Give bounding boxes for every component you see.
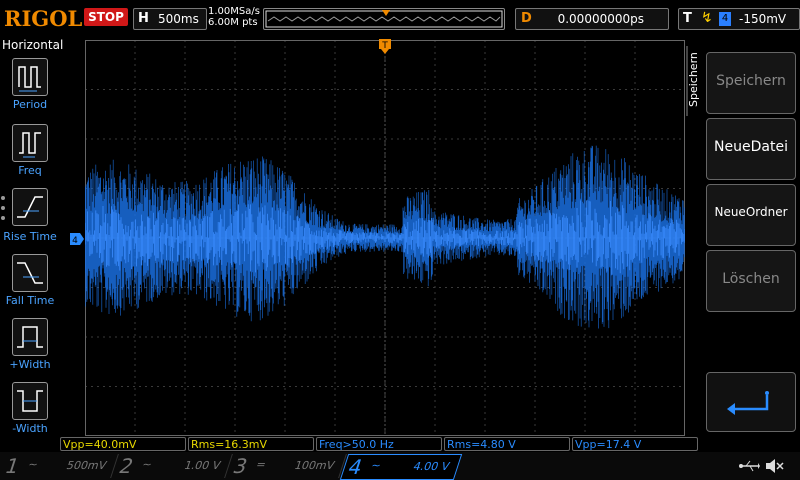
- neg-width-label: -Width: [12, 422, 48, 435]
- timebase-value: 500ms: [158, 12, 199, 26]
- rise-time-label: Rise Time: [3, 230, 57, 243]
- trigger-label: T: [683, 11, 692, 26]
- channel-4-tab[interactable]: 4 ~ 4.00 V: [339, 454, 463, 480]
- run-stop-indicator[interactable]: STOP: [84, 8, 128, 26]
- svg-text:4: 4: [72, 236, 78, 245]
- fall-time-label: Fall Time: [5, 294, 55, 307]
- channel-scale: 100mV: [292, 459, 337, 472]
- trigger-position-marker-icon: T: [379, 39, 391, 54]
- memory-overview-graphic: [265, 10, 503, 28]
- acquisition-info: 1.00MSa/s 6.00M pts: [208, 6, 260, 28]
- speaker-muted-icon[interactable]: [764, 457, 784, 475]
- coupling-icon: ~: [140, 458, 154, 471]
- pos-width-label: +Width: [9, 358, 51, 371]
- trigger-source: 4: [719, 12, 731, 26]
- channel-scale: 1.00 V: [182, 459, 223, 472]
- delay-value: 0.00000000ps: [557, 12, 644, 26]
- horizontal-label: H: [138, 11, 149, 26]
- channel4-ground-marker-icon: 4: [70, 233, 84, 245]
- channel-bar: 1 ~ 500mV 2 ~ 1.00 V 3 = 100mV 4 ~ 4.00 …: [0, 452, 800, 480]
- channel-scale: 500mV: [64, 459, 109, 472]
- timebase-box[interactable]: H 500ms: [133, 8, 207, 30]
- sample-rate: 1.00MSa/s: [208, 6, 260, 17]
- measurement-rms-ch1[interactable]: Rms=16.3mV: [188, 437, 314, 451]
- period-label: Period: [12, 98, 48, 111]
- fall-time-button[interactable]: [12, 254, 48, 292]
- graticule: [84, 39, 686, 437]
- trigger-level: -150mV: [739, 12, 787, 26]
- freq-button[interactable]: [12, 124, 48, 162]
- channel-number: 2: [116, 454, 137, 478]
- save-menu-title: Speichern: [687, 52, 700, 108]
- delay-label: D: [521, 11, 532, 26]
- measure-menu-title: Horizontal: [2, 38, 64, 52]
- usb-icon: [739, 460, 760, 472]
- menu-item-neue-datei[interactable]: NeueDatei: [706, 118, 796, 180]
- rise-time-button[interactable]: [12, 188, 48, 226]
- coupling-icon: =: [254, 458, 268, 471]
- trigger-position-icon: [382, 10, 390, 16]
- measurement-vpp-ch1[interactable]: Vpp=40.0mV: [60, 437, 186, 451]
- measurement-freq-ch4[interactable]: Freq>50.0 Hz: [316, 437, 442, 451]
- neg-width-icon: [17, 390, 43, 412]
- coupling-icon: ~: [26, 458, 40, 471]
- return-arrow-icon: [727, 391, 769, 415]
- rise-time-icon: [17, 196, 43, 218]
- brand-logo: RIGOL: [4, 6, 83, 31]
- channel-2-tab[interactable]: 2 ~ 1.00 V: [112, 454, 233, 478]
- channel-scale: 4.00 V: [411, 460, 452, 473]
- page-indicator: [1, 196, 5, 226]
- menu-item-speichern[interactable]: Speichern: [706, 52, 796, 114]
- measurement-bar: Vpp=40.0mV Rms=16.3mV Freq>50.0 Hz Rms=4…: [60, 437, 700, 452]
- freq-icon: [19, 132, 41, 158]
- coupling-icon: ~: [369, 459, 383, 472]
- pos-width-button[interactable]: [12, 318, 48, 356]
- waveform-display[interactable]: [84, 39, 686, 437]
- freq-label: Freq: [18, 164, 42, 177]
- delay-box[interactable]: D 0.00000000ps: [515, 8, 669, 30]
- menu-item-loeschen[interactable]: Löschen: [706, 250, 796, 312]
- channel-3-tab[interactable]: 3 = 100mV: [226, 454, 347, 478]
- neg-width-button[interactable]: [12, 382, 48, 420]
- menu-item-label: NeueDatei: [714, 139, 788, 155]
- fall-time-icon: [17, 262, 43, 284]
- measurement-rms-ch4[interactable]: Rms=4.80 V: [444, 437, 570, 451]
- menu-item-neue-ordner[interactable]: NeueOrdner: [706, 184, 796, 246]
- pos-width-icon: [17, 326, 43, 348]
- measure-menu: Horizontal Period Freq Rise Time Fall Ti…: [0, 36, 64, 436]
- menu-item-label: NeueOrdner: [714, 205, 788, 219]
- measurement-vpp-ch4[interactable]: Vpp=17.4 V: [572, 437, 698, 451]
- channel-number: 1: [2, 454, 23, 478]
- memory-overview[interactable]: [263, 8, 505, 30]
- rising-edge-icon: ↯: [701, 10, 713, 26]
- menu-item-label: Speichern: [716, 73, 786, 89]
- channel-number: 4: [345, 455, 366, 479]
- channel-number: 3: [230, 454, 251, 478]
- menu-item-label: Löschen: [722, 271, 780, 287]
- period-button[interactable]: [12, 58, 48, 96]
- period-icon: [18, 66, 41, 92]
- memory-depth: 6.00M pts: [208, 17, 258, 28]
- trigger-box[interactable]: T ↯ 4 -150mV: [678, 8, 800, 30]
- status-bar: RIGOL STOP H 500ms 1.00MSa/s 6.00M pts D…: [0, 0, 800, 36]
- menu-return-button[interactable]: [706, 372, 796, 432]
- channel-1-tab[interactable]: 1 ~ 500mV: [0, 454, 119, 478]
